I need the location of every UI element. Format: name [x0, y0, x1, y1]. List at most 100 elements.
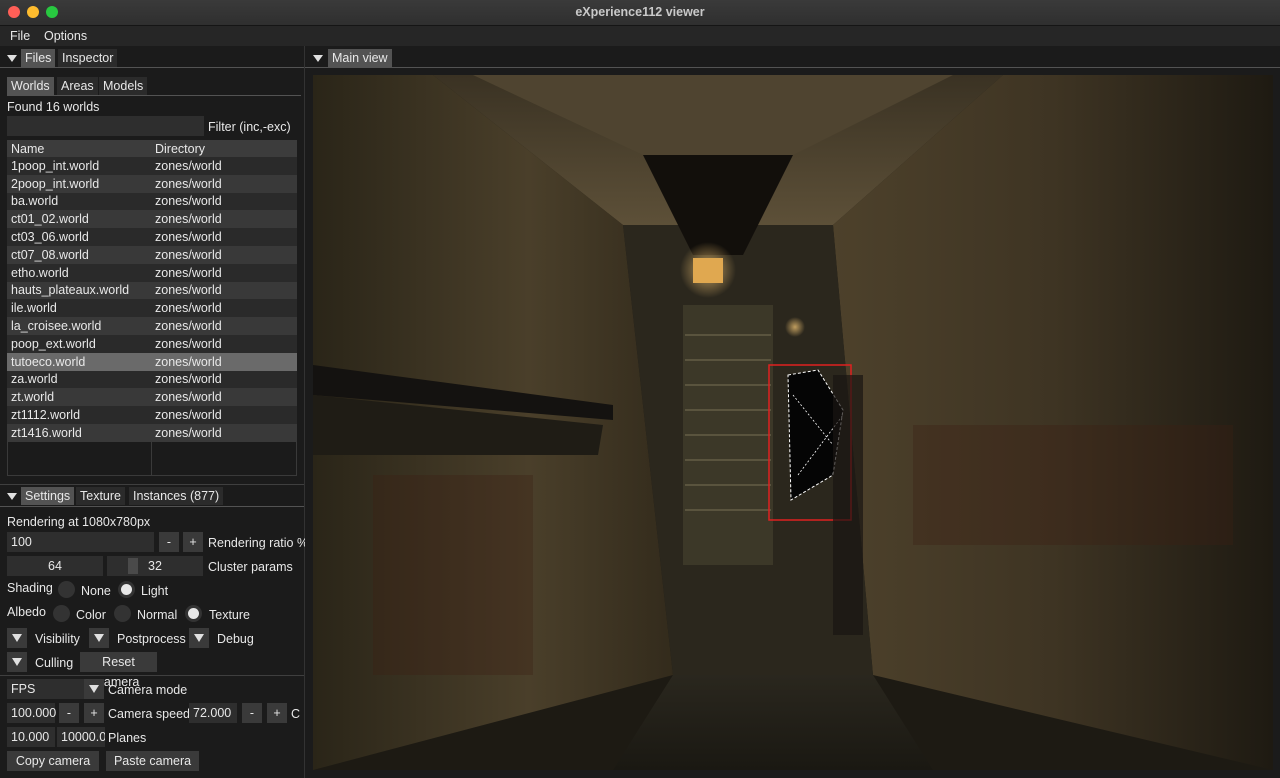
- tab-instances[interactable]: Instances (877): [129, 487, 224, 505]
- tab-areas[interactable]: Areas: [57, 77, 98, 95]
- table-row[interactable]: ile.world zones/world: [7, 299, 297, 318]
- postprocess-label[interactable]: Postprocess: [117, 632, 186, 646]
- tab-inspector[interactable]: Inspector: [58, 49, 118, 67]
- near-plane-input[interactable]: 10.000: [7, 727, 55, 747]
- cluster-param-b-slider[interactable]: 32: [107, 556, 203, 576]
- collapse-settings-icon[interactable]: [7, 493, 17, 500]
- rendering-ratio-increment-button[interactable]: +: [183, 532, 203, 552]
- table-row[interactable]: zt1416.world zones/world: [7, 423, 297, 442]
- culling-dropdown-icon[interactable]: [7, 652, 27, 672]
- world-name-cell[interactable]: ct03_06.world: [7, 228, 151, 246]
- table-row[interactable]: etho.world zones/world: [7, 263, 297, 282]
- menu-bar: File Options: [0, 26, 1280, 46]
- visibility-label[interactable]: Visibility: [35, 632, 80, 646]
- table-row[interactable]: 2poop_int.world zones/world: [7, 174, 297, 193]
- world-name-cell[interactable]: etho.world: [7, 263, 151, 282]
- collapse-files-icon[interactable]: [7, 55, 17, 62]
- world-name-cell[interactable]: hauts_plateaux.world: [7, 281, 151, 300]
- table-row[interactable]: 1poop_int.world zones/world: [7, 157, 297, 175]
- table-row[interactable]: ct01_02.world zones/world: [7, 210, 297, 229]
- world-name-cell[interactable]: 1poop_int.world: [7, 157, 151, 175]
- 3d-viewport[interactable]: [313, 75, 1273, 770]
- table-row[interactable]: zt1112.world zones/world: [7, 406, 297, 424]
- window-title: eXperience112 viewer: [575, 5, 705, 19]
- table-row[interactable]: hauts_plateaux.world zones/world: [7, 281, 297, 300]
- world-directory-cell[interactable]: zones/world: [151, 334, 297, 353]
- world-name-cell[interactable]: zt.world: [7, 388, 151, 407]
- world-directory-cell[interactable]: zones/world: [151, 157, 297, 175]
- debug-dropdown-icon[interactable]: [189, 628, 209, 648]
- tab-main-view[interactable]: Main view: [328, 49, 392, 67]
- world-name-cell[interactable]: zt1416.world: [7, 423, 151, 442]
- world-name-cell[interactable]: zt1112.world: [7, 406, 151, 424]
- table-row[interactable]: za.world zones/world: [7, 370, 297, 389]
- copy-camera-button[interactable]: Copy camera: [7, 751, 99, 771]
- menu-options[interactable]: Options: [44, 29, 87, 43]
- camera-speed-decrement-button[interactable]: -: [59, 703, 79, 723]
- albedo-texture-radio[interactable]: [185, 605, 202, 622]
- menu-file[interactable]: File: [10, 29, 30, 43]
- world-directory-cell[interactable]: zones/world: [151, 192, 297, 211]
- world-name-cell[interactable]: ba.world: [7, 192, 151, 211]
- tab-files[interactable]: Files: [21, 49, 56, 67]
- collapse-main-view-icon[interactable]: [313, 55, 323, 62]
- slider-grab-handle[interactable]: [128, 558, 138, 574]
- shading-light-radio[interactable]: [118, 581, 135, 598]
- table-row[interactable]: tutoeco.world zones/world: [7, 352, 297, 371]
- rendering-ratio-decrement-button[interactable]: -: [159, 532, 179, 552]
- world-directory-cell[interactable]: zones/world: [151, 299, 297, 318]
- camera-fov-decrement-button[interactable]: -: [242, 703, 262, 723]
- postprocess-dropdown-icon[interactable]: [89, 628, 109, 648]
- far-plane-input[interactable]: 10000.00: [57, 727, 105, 747]
- tab-worlds[interactable]: Worlds: [7, 77, 54, 95]
- world-name-cell[interactable]: tutoeco.world: [7, 352, 151, 371]
- debug-label[interactable]: Debug: [217, 632, 254, 646]
- camera-fov-input[interactable]: 72.000: [189, 703, 237, 723]
- world-name-cell[interactable]: za.world: [7, 370, 151, 389]
- world-directory-cell[interactable]: zones/world: [151, 228, 297, 246]
- camera-fov-increment-button[interactable]: +: [267, 703, 287, 723]
- column-header-name[interactable]: Name: [7, 140, 151, 157]
- paste-camera-button[interactable]: Paste camera: [106, 751, 199, 771]
- world-name-cell[interactable]: la_croisee.world: [7, 317, 151, 335]
- visibility-dropdown-icon[interactable]: [7, 628, 27, 648]
- world-name-cell[interactable]: 2poop_int.world: [7, 174, 151, 193]
- culling-label[interactable]: Culling: [35, 656, 73, 670]
- column-header-directory[interactable]: Directory: [151, 140, 297, 157]
- world-name-cell[interactable]: ct07_08.world: [7, 245, 151, 264]
- camera-speed-input[interactable]: 100.000: [7, 703, 56, 723]
- world-directory-cell[interactable]: zones/world: [151, 245, 297, 264]
- world-directory-cell[interactable]: zones/world: [151, 263, 297, 282]
- tab-settings[interactable]: Settings: [21, 487, 75, 505]
- albedo-color-radio[interactable]: [53, 605, 70, 622]
- world-directory-cell[interactable]: zones/world: [151, 174, 297, 193]
- tab-models[interactable]: Models: [99, 77, 148, 95]
- chevron-down-icon[interactable]: [84, 679, 104, 699]
- world-directory-cell[interactable]: zones/world: [151, 370, 297, 389]
- table-row[interactable]: ct07_08.world zones/world: [7, 245, 297, 264]
- table-row[interactable]: la_croisee.world zones/world: [7, 317, 297, 335]
- shading-none-radio[interactable]: [58, 581, 75, 598]
- world-name-cell[interactable]: ct01_02.world: [7, 210, 151, 229]
- table-row[interactable]: zt.world zones/world: [7, 388, 297, 407]
- world-name-cell[interactable]: ile.world: [7, 299, 151, 318]
- world-name-cell[interactable]: poop_ext.world: [7, 334, 151, 353]
- table-row[interactable]: ba.world zones/world: [7, 192, 297, 211]
- world-directory-cell[interactable]: zones/world: [151, 423, 297, 442]
- world-directory-cell[interactable]: zones/world: [151, 352, 297, 371]
- table-row[interactable]: ct03_06.world zones/world: [7, 228, 297, 246]
- rendering-ratio-input[interactable]: 100: [7, 532, 154, 552]
- camera-speed-increment-button[interactable]: +: [84, 703, 104, 723]
- albedo-normal-radio[interactable]: [114, 605, 131, 622]
- world-directory-cell[interactable]: zones/world: [151, 388, 297, 407]
- world-directory-cell[interactable]: zones/world: [151, 406, 297, 424]
- cluster-param-a-slider[interactable]: 64: [7, 556, 103, 576]
- filter-input[interactable]: [7, 116, 204, 136]
- world-directory-cell[interactable]: zones/world: [151, 210, 297, 229]
- reset-camera-button[interactable]: Reset camera: [80, 652, 157, 689]
- world-directory-cell[interactable]: zones/world: [151, 317, 297, 335]
- table-row[interactable]: poop_ext.world zones/world: [7, 334, 297, 353]
- tab-texture[interactable]: Texture: [76, 487, 125, 505]
- world-directory-cell[interactable]: zones/world: [151, 281, 297, 300]
- world-count-label: Found 16 worlds: [7, 100, 100, 114]
